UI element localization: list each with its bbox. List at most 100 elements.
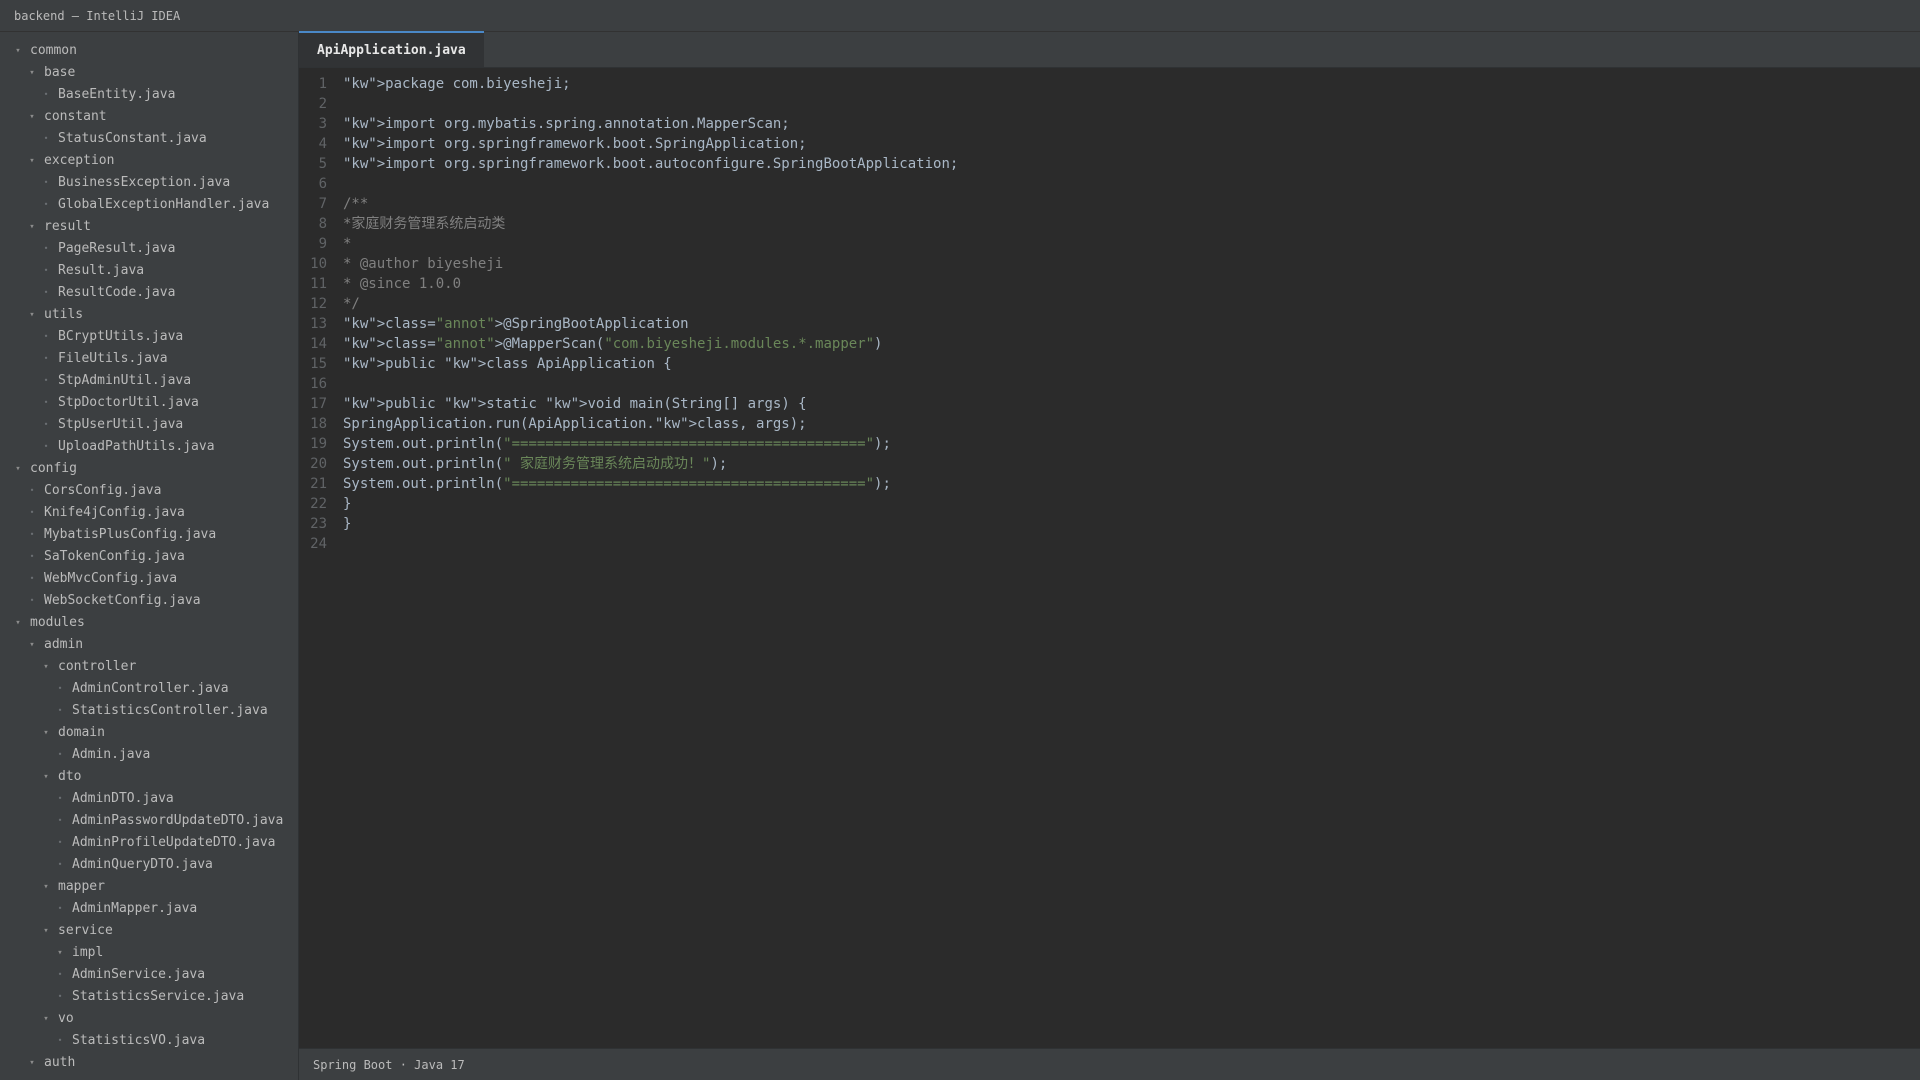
code-line[interactable]: 19 System.out.println("==================… — [299, 434, 1920, 454]
file-item[interactable]: • AdminPasswordUpdateDTO.java — [0, 810, 298, 832]
code-line[interactable]: 1 "kw">package com.biyesheji; — [299, 74, 1920, 94]
file-item[interactable]: • StpAdminUtil.java — [0, 370, 298, 392]
code-text[interactable]: System.out.println("====================… — [335, 434, 891, 454]
folder-item[interactable]: ▾ service — [0, 920, 298, 942]
code-line[interactable]: 21 System.out.println("==================… — [299, 474, 1920, 494]
editor-panel[interactable]: ApiApplication.java 1 "kw">package com.bi… — [299, 31, 1920, 1048]
code-text[interactable]: "kw">import org.springframework.boot.aut… — [335, 154, 958, 174]
code-line[interactable]: 11 * @since 1.0.0 — [299, 274, 1920, 294]
folder-item[interactable]: ▾ admin — [0, 634, 298, 656]
file-item[interactable]: • AdminDTO.java — [0, 788, 298, 810]
code-text[interactable]: * @since 1.0.0 — [335, 274, 461, 294]
tab-apiapplication-java[interactable]: ApiApplication.java — [299, 31, 484, 67]
file-item[interactable]: • AdminMapper.java — [0, 898, 298, 920]
code-text[interactable]: SpringApplication.run(ApiApplication."kw… — [335, 414, 807, 434]
file-item[interactable]: • AdminProfileUpdateDTO.java — [0, 832, 298, 854]
code-line[interactable]: 16 — [299, 374, 1920, 394]
file-item[interactable]: • GlobalExceptionHandler.java — [0, 194, 298, 216]
folder-item[interactable]: ▾ constant — [0, 106, 298, 128]
code-text[interactable]: } — [335, 494, 351, 514]
folder-item[interactable]: ▾ controller — [0, 656, 298, 678]
folder-item[interactable]: ▾ base — [0, 62, 298, 84]
folder-item[interactable]: ▾ config — [0, 458, 298, 480]
code-line[interactable]: 8 *家庭财务管理系统启动类 — [299, 214, 1920, 234]
code-text[interactable]: "kw">package com.biyesheji; — [335, 74, 571, 94]
file-item[interactable]: • BusinessException.java — [0, 172, 298, 194]
file-item[interactable]: • BCryptUtils.java — [0, 326, 298, 348]
file-item[interactable]: • StatusConstant.java — [0, 128, 298, 150]
code-line[interactable]: 14 "kw">class="annot">@MapperScan("com.bi… — [299, 334, 1920, 354]
folder-item[interactable]: ▾ mapper — [0, 876, 298, 898]
code-line[interactable]: 15 "kw">public "kw">class ApiApplication … — [299, 354, 1920, 374]
code-text[interactable]: /** — [335, 194, 368, 214]
code-text[interactable]: "kw">class="annot">@SpringBootApplicatio… — [335, 314, 689, 334]
file-item[interactable]: • Knife4jConfig.java — [0, 502, 298, 524]
code-line[interactable]: 18 SpringApplication.run(ApiApplication."… — [299, 414, 1920, 434]
file-item[interactable]: • StatisticsVO.java — [0, 1030, 298, 1052]
code-text[interactable]: } — [335, 514, 351, 534]
file-item[interactable]: • BaseEntity.java — [0, 84, 298, 106]
file-item[interactable]: • StpUserUtil.java — [0, 414, 298, 436]
code-line[interactable]: 9 * — [299, 234, 1920, 254]
file-item[interactable]: • AdminService.java — [0, 964, 298, 986]
folder-item[interactable]: ▾ dto — [0, 766, 298, 788]
file-item[interactable]: • CorsConfig.java — [0, 480, 298, 502]
code-line[interactable]: 22} — [299, 494, 1920, 514]
folder-item[interactable]: ▾ exception — [0, 150, 298, 172]
code-text[interactable]: */ — [335, 294, 360, 314]
code-line[interactable]: 10 * @author biyesheji — [299, 254, 1920, 274]
file-item[interactable]: • Result.java — [0, 260, 298, 282]
file-item[interactable]: • FileUtils.java — [0, 348, 298, 370]
code-text[interactable]: System.out.println(" 家庭财务管理系统启动成功！"); — [335, 454, 727, 474]
code-text[interactable]: * — [335, 234, 351, 254]
code-text[interactable]: * @author biyesheji — [335, 254, 503, 274]
folder-item[interactable]: ▾ modules — [0, 612, 298, 634]
folder-item[interactable]: ▾ utils — [0, 304, 298, 326]
code-line[interactable]: 7 /** — [299, 194, 1920, 214]
code-line[interactable]: 2 — [299, 94, 1920, 114]
code-text[interactable] — [335, 174, 343, 194]
folder-item[interactable]: ▾ result — [0, 216, 298, 238]
folder-item[interactable]: ▾ vo — [0, 1008, 298, 1030]
folder-item[interactable]: ▾ auth — [0, 1052, 298, 1074]
code-text[interactable]: "kw">import org.mybatis.spring.annotatio… — [335, 114, 790, 134]
code-text[interactable]: "kw">class="annot">@MapperScan("com.biye… — [335, 334, 882, 354]
code-line[interactable]: 6 — [299, 174, 1920, 194]
project-sidebar[interactable]: ▾ common ▾ base • BaseEntity.java ▾ constant • St… — [0, 32, 299, 1080]
code-line[interactable]: 13 "kw">class="annot">@SpringBootApplicat… — [299, 314, 1920, 334]
code-line[interactable]: 24 — [299, 534, 1920, 554]
code-line[interactable]: 5 "kw">import org.springframework.boot.au… — [299, 154, 1920, 174]
code-text[interactable] — [335, 534, 343, 554]
code-text[interactable]: *家庭财务管理系统启动类 — [335, 214, 505, 234]
code-text[interactable] — [335, 374, 343, 394]
file-item[interactable]: • StatisticsController.java — [0, 700, 298, 722]
code-text[interactable]: "kw">public "kw">class ApiApplication { — [335, 354, 672, 374]
file-item[interactable]: • PageResult.java — [0, 238, 298, 260]
folder-item[interactable]: ▾ impl — [0, 942, 298, 964]
file-item[interactable]: • UploadPathUtils.java — [0, 436, 298, 458]
code-line[interactable]: 23} — [299, 514, 1920, 534]
file-item[interactable]: • WebSocketConfig.java — [0, 590, 298, 612]
file-item[interactable]: • SaTokenConfig.java — [0, 546, 298, 568]
file-item[interactable]: • MybatisPlusConfig.java — [0, 524, 298, 546]
code-text[interactable]: System.out.println("====================… — [335, 474, 891, 494]
code-editor[interactable]: 1 "kw">package com.biyesheji; 2 3 "kw">impor… — [299, 68, 1920, 1048]
project-tree[interactable]: ▾ common ▾ base • BaseEntity.java ▾ constant • St… — [0, 32, 298, 1074]
code-line[interactable]: 3 "kw">import org.mybatis.spring.annotati… — [299, 114, 1920, 134]
code-line[interactable]: 12 */ — [299, 294, 1920, 314]
file-item[interactable]: • ResultCode.java — [0, 282, 298, 304]
file-item[interactable]: • AdminQueryDTO.java — [0, 854, 298, 876]
code-line[interactable]: 17 "kw">public "kw">static "kw">void main… — [299, 394, 1920, 414]
file-item[interactable]: • StpDoctorUtil.java — [0, 392, 298, 414]
file-item[interactable]: • Admin.java — [0, 744, 298, 766]
folder-item[interactable]: ▾ common — [0, 40, 298, 62]
file-item[interactable]: • AdminController.java — [0, 678, 298, 700]
code-line[interactable]: 20 System.out.println(" 家庭财务管理系统启动成功！"); — [299, 454, 1920, 474]
code-text[interactable] — [335, 94, 343, 114]
code-text[interactable]: "kw">import org.springframework.boot.Spr… — [335, 134, 807, 154]
code-text[interactable]: "kw">public "kw">static "kw">void main(S… — [335, 394, 807, 414]
code-line[interactable]: 4 "kw">import org.springframework.boot.Sp… — [299, 134, 1920, 154]
file-item[interactable]: • WebMvcConfig.java — [0, 568, 298, 590]
file-item[interactable]: • StatisticsService.java — [0, 986, 298, 1008]
folder-item[interactable]: ▾ domain — [0, 722, 298, 744]
